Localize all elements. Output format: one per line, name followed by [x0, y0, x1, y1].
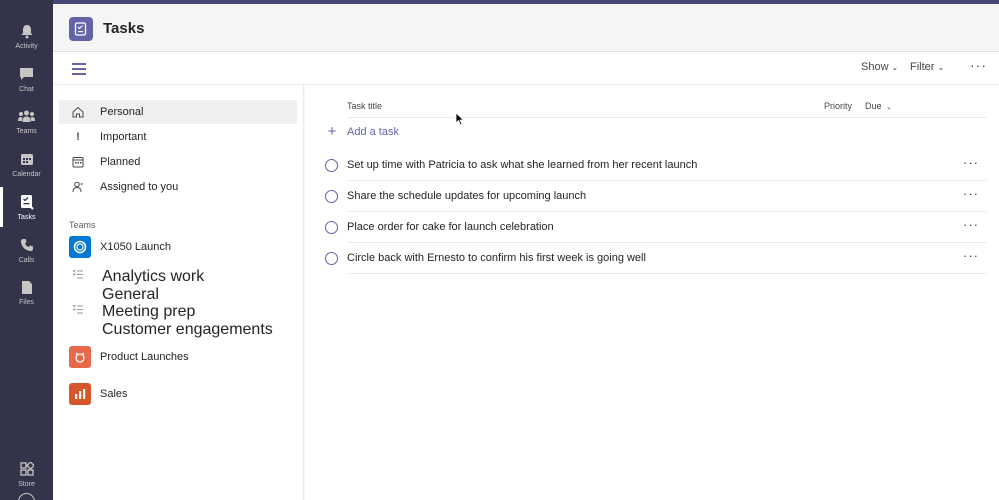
sidebar-item-personal[interactable]: Personal — [59, 100, 297, 124]
sales-team-icon — [69, 383, 91, 405]
complete-task-checkbox[interactable] — [325, 252, 338, 265]
row-divider — [347, 273, 987, 274]
file-icon — [18, 278, 36, 296]
chevron-down-icon: ⌄ — [937, 62, 945, 72]
sidebar-item-meeting-prep[interactable]: Meeting prep Customer engagements — [59, 303, 297, 339]
task-more-options-icon[interactable]: ··· — [963, 155, 979, 170]
calendar-grid-icon — [71, 155, 85, 169]
task-list-panel: Task title Priority Due ⌄ + Add a task S… — [305, 85, 999, 500]
column-header-due-label: Due — [865, 101, 882, 111]
chevron-down-icon: ⌄ — [891, 62, 899, 72]
filter-button[interactable]: Filter ⌄ — [910, 61, 944, 73]
rail-item-tasks[interactable]: Tasks — [0, 185, 53, 229]
rail-item-files[interactable]: Files — [0, 270, 53, 314]
sidebar-item-label: Personal — [100, 106, 144, 118]
sidebar-item-label: Sales — [100, 388, 128, 400]
person-icon — [71, 180, 85, 194]
rail-label: Tasks — [17, 214, 36, 221]
sidebar-item-planned[interactable]: Planned — [59, 150, 297, 174]
column-header-due[interactable]: Due ⌄ — [865, 101, 892, 111]
task-more-options-icon[interactable]: ··· — [963, 217, 979, 232]
rail-item-activity[interactable]: Activity — [0, 14, 53, 58]
sidebar-item-sublabel: Customer engagements — [102, 321, 273, 338]
sidebar: Personal ! Important Planned Assigned to… — [53, 85, 304, 500]
home-icon — [71, 105, 85, 119]
team-logo-icon — [69, 236, 91, 258]
rail-item-calls[interactable]: Calls — [0, 228, 53, 272]
sidebar-item-label: Important — [100, 131, 147, 143]
header-divider — [347, 117, 987, 118]
app-rail: Activity Chat Teams Calendar Tasks Calls — [0, 0, 53, 500]
sidebar-item-label: Assigned to you — [100, 181, 179, 193]
filter-label: Filter — [910, 61, 935, 73]
sidebar-item-sales[interactable]: Sales — [59, 383, 297, 405]
sidebar-item-label: X1050 Launch — [100, 241, 171, 253]
toolbar: Show ⌄ Filter ⌄ ··· — [53, 52, 999, 85]
teams-section-label: Teams — [69, 220, 96, 230]
task-more-options-icon[interactable]: ··· — [963, 186, 979, 201]
complete-task-checkbox[interactable] — [325, 159, 338, 172]
rail-item-chat[interactable]: Chat — [0, 57, 53, 101]
phone-icon — [18, 236, 36, 254]
rail-item-store[interactable]: Store — [0, 452, 53, 496]
sidebar-item-sublabel: General — [102, 286, 159, 303]
mouse-cursor-icon — [455, 112, 465, 126]
task-title[interactable]: Circle back with Ernesto to confirm his … — [347, 252, 646, 264]
rail-label: Files — [19, 299, 34, 306]
sidebar-item-label: Product Launches — [100, 351, 189, 363]
chevron-down-icon: ⌄ — [886, 104, 892, 111]
page-title: Tasks — [103, 20, 145, 37]
plan-list-icon — [72, 269, 86, 283]
more-options-icon[interactable]: ··· — [970, 57, 987, 73]
teams-icon — [18, 107, 36, 125]
sidebar-item-assigned[interactable]: Assigned to you — [59, 175, 297, 199]
task-more-options-icon[interactable]: ··· — [963, 248, 979, 263]
task-title[interactable]: Set up time with Patricia to ask what sh… — [347, 159, 697, 171]
product-team-icon — [69, 346, 91, 368]
add-task-button[interactable]: + Add a task — [325, 123, 399, 140]
task-row[interactable]: Circle back with Ernesto to confirm his … — [325, 243, 987, 274]
complete-task-checkbox[interactable] — [325, 190, 338, 203]
sidebar-item-label: Analytics work — [102, 268, 205, 285]
rail-label: Activity — [15, 43, 38, 50]
sidebar-item-label: Meeting prep — [102, 303, 196, 320]
add-task-label: Add a task — [347, 126, 399, 138]
rail-item-teams[interactable]: Teams — [0, 99, 53, 143]
bell-icon — [18, 22, 36, 40]
task-row[interactable]: Place order for cake for launch celebrat… — [325, 212, 987, 243]
sidebar-item-important[interactable]: ! Important — [59, 125, 297, 149]
task-title[interactable]: Share the schedule updates for upcoming … — [347, 190, 586, 202]
tasks-app-logo-icon — [69, 17, 93, 41]
column-header-task-title[interactable]: Task title — [347, 101, 382, 111]
sidebar-item-x1050-launch[interactable]: X1050 Launch — [59, 236, 297, 258]
task-title[interactable]: Place order for cake for launch celebrat… — [347, 221, 554, 233]
plan-list-icon — [72, 304, 86, 318]
sidebar-item-label: Planned — [100, 156, 141, 168]
chat-icon — [18, 65, 36, 83]
sidebar-item-product-launches[interactable]: Product Launches — [59, 346, 297, 368]
rail-label: Chat — [19, 86, 34, 93]
exclamation-icon: ! — [76, 131, 80, 143]
store-icon — [18, 460, 36, 478]
calendar-icon — [18, 150, 36, 168]
rail-label: Store — [18, 481, 35, 488]
show-label: Show — [861, 61, 889, 73]
app-header: Tasks — [53, 4, 999, 52]
hamburger-menu-icon[interactable] — [72, 63, 86, 75]
column-header-priority[interactable]: Priority — [824, 101, 852, 111]
rail-label: Calendar — [12, 171, 41, 178]
complete-task-checkbox[interactable] — [325, 221, 338, 234]
rail-item-calendar[interactable]: Calendar — [0, 142, 53, 186]
task-row[interactable]: Set up time with Patricia to ask what sh… — [325, 150, 987, 181]
tasks-icon — [18, 193, 36, 211]
show-button[interactable]: Show ⌄ — [861, 61, 898, 73]
task-row[interactable]: Share the schedule updates for upcoming … — [325, 181, 987, 212]
rail-label: Calls — [18, 257, 35, 264]
rail-label: Teams — [16, 128, 37, 135]
sidebar-item-analytics-work[interactable]: Analytics work General — [59, 268, 297, 304]
plus-icon: + — [327, 123, 337, 140]
